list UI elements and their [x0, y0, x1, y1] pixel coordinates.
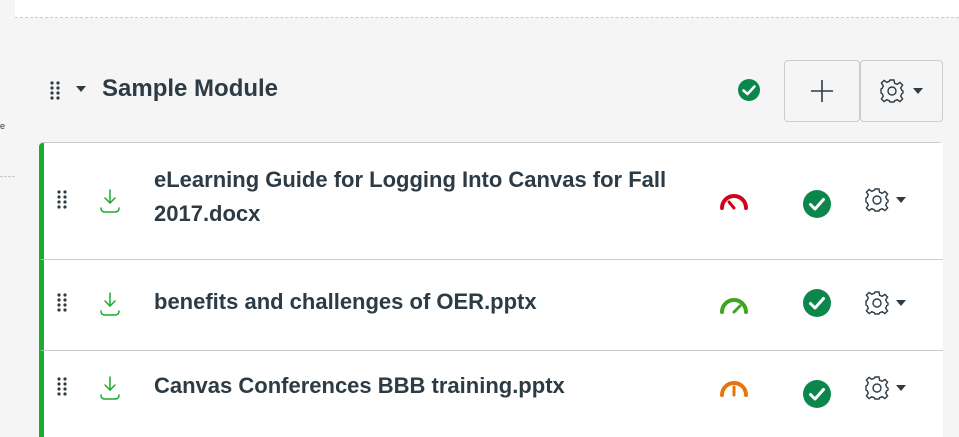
drag-handle-icon[interactable] [49, 80, 61, 100]
module-settings-button[interactable] [860, 60, 943, 122]
speedometer-icon [718, 295, 750, 315]
gear-icon [865, 188, 889, 212]
item-settings-button[interactable] [864, 186, 920, 214]
module-item[interactable]: eLearning Guide for Logging Into Canvas … [39, 143, 943, 260]
left-panel-fragment: e [0, 0, 15, 437]
module-item[interactable]: Canvas Conferences BBB training.pptx [39, 351, 943, 437]
speedometer-icon [718, 378, 750, 398]
check-circle-icon[interactable] [802, 288, 832, 318]
caret-down-icon [896, 300, 906, 306]
download-icon [99, 188, 121, 214]
module-title[interactable]: Sample Module [102, 75, 278, 103]
module-container: Sample Module eLearning Guide for Loggin… [15, 18, 959, 437]
download-icon [99, 291, 121, 317]
gear-icon [879, 79, 904, 103]
gear-icon [865, 291, 889, 315]
item-title-link[interactable]: Canvas Conferences BBB training.pptx [154, 369, 565, 403]
add-item-button[interactable] [784, 60, 860, 122]
gear-icon [865, 376, 889, 400]
modules-page: e Sample Module eLearning Guide for Logg… [0, 0, 959, 437]
item-settings-button[interactable] [864, 374, 920, 402]
drag-handle-icon[interactable] [56, 376, 68, 396]
item-settings-button[interactable] [864, 289, 920, 317]
check-circle-icon[interactable] [802, 189, 832, 219]
module-item[interactable]: benefits and challenges of OER.pptx [39, 260, 943, 351]
caret-down-icon [912, 88, 923, 94]
caret-down-icon[interactable] [75, 82, 87, 96]
item-title-link[interactable]: eLearning Guide for Logging Into Canvas … [154, 163, 674, 231]
left-panel-divider [0, 176, 15, 177]
caret-down-icon [896, 197, 906, 203]
module-items-list: eLearning Guide for Logging Into Canvas … [39, 142, 943, 437]
module-header[interactable]: Sample Module [15, 18, 959, 142]
download-icon [99, 375, 121, 401]
caret-down-icon [896, 385, 906, 391]
check-circle-icon[interactable] [737, 78, 761, 102]
item-title-link[interactable]: benefits and challenges of OER.pptx [154, 285, 537, 319]
plus-icon [811, 80, 833, 102]
left-panel-text: e [0, 121, 6, 131]
drag-handle-icon[interactable] [56, 189, 68, 209]
check-circle-icon[interactable] [802, 379, 832, 409]
speedometer-icon [718, 191, 750, 211]
drag-handle-icon[interactable] [56, 292, 68, 312]
